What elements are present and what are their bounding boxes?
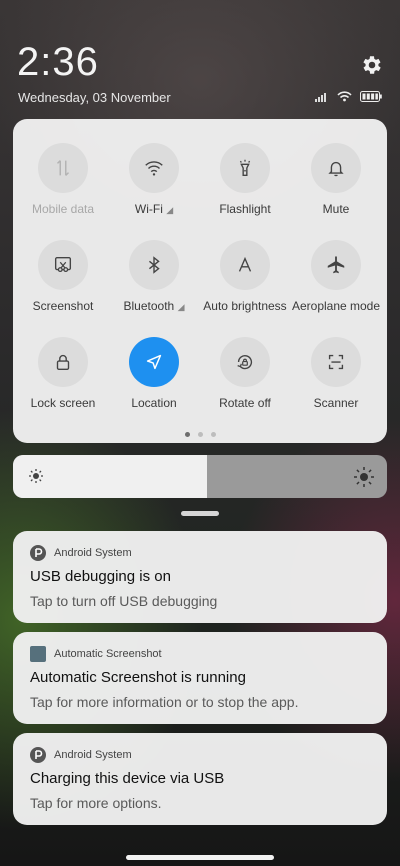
notification-usb-debugging[interactable]: Android System USB debugging is on Tap t… (13, 531, 387, 623)
signal-corner-icon: ◢ (177, 302, 185, 312)
page-dot-2[interactable] (197, 432, 203, 437)
tile-label: Location (131, 396, 177, 410)
battery-icon (360, 91, 382, 102)
notification-text: Tap to turn off USB debugging (30, 593, 218, 609)
notification-title: USB debugging is on (30, 568, 171, 585)
home-indicator[interactable] (126, 855, 274, 860)
tile-mute[interactable]: Mute (290, 143, 382, 216)
notification-app-name: Android System (54, 749, 132, 761)
airplane-icon (327, 256, 345, 274)
scanner-icon (328, 354, 344, 370)
tile-label: Bluetooth ◢ (123, 299, 185, 313)
android-system-icon (30, 545, 46, 561)
bell-icon (328, 161, 344, 177)
tile-label: Aeroplane mode (291, 299, 381, 313)
tile-label: Rotate off (219, 396, 271, 410)
location-icon (146, 354, 162, 370)
tile-label: Flashlight (219, 202, 271, 216)
wifi-icon (337, 91, 352, 102)
tile-flashlight[interactable]: Flashlight (199, 143, 291, 216)
bluetooth-icon (148, 256, 160, 274)
automatic-screenshot-icon (30, 646, 46, 662)
page-indicator (13, 432, 387, 437)
brightness-low-icon (29, 469, 43, 483)
notification-text: Tap for more information or to stop the … (30, 694, 299, 710)
tile-location[interactable]: Location (108, 337, 200, 410)
tile-label: Scanner (313, 396, 359, 410)
tile-label: Mobile data (31, 202, 95, 216)
signal-corner-icon: ◢ (166, 205, 174, 215)
tile-label: Mute (322, 202, 350, 216)
android-system-icon (30, 747, 46, 763)
rotate-icon (237, 355, 253, 370)
wifi-icon (145, 161, 163, 176)
tile-scanner[interactable]: Scanner (290, 337, 382, 410)
mobile-data-icon (56, 160, 70, 176)
lock-icon (56, 354, 70, 371)
tile-label: Lock screen (30, 396, 96, 410)
brightness-slider[interactable] (13, 455, 387, 498)
status-icons (315, 91, 382, 102)
clock[interactable]: 2:36 (17, 40, 99, 84)
notification-title: Automatic Screenshot is running (30, 669, 246, 686)
tile-wifi[interactable]: Wi-Fi ◢ (108, 143, 200, 216)
tile-screenshot[interactable]: Screenshot (17, 240, 109, 313)
panel-drag-handle[interactable] (181, 511, 219, 516)
notification-charging-usb[interactable]: Android System Charging this device via … (13, 733, 387, 825)
quick-settings-panel: Mobile data Wi-Fi ◢ Flashlight Mute Scre… (13, 119, 387, 443)
tile-lock-screen[interactable]: Lock screen (17, 337, 109, 410)
tile-label: Auto brightness (203, 299, 287, 313)
notification-automatic-screenshot[interactable]: Automatic Screenshot Automatic Screensho… (13, 632, 387, 724)
brightness-high-icon (354, 467, 374, 487)
tile-auto-brightness[interactable]: Auto brightness (199, 240, 291, 313)
notification-app-name: Android System (54, 547, 132, 559)
tile-rotate-off[interactable]: Rotate off (199, 337, 291, 410)
settings-button[interactable] (360, 53, 384, 77)
notification-title: Charging this device via USB (30, 770, 225, 787)
notification-text: Tap for more options. (30, 795, 162, 811)
signal-icon (315, 92, 326, 102)
tile-aeroplane-mode[interactable]: Aeroplane mode (290, 240, 382, 313)
date[interactable]: Wednesday, 03 November (18, 90, 171, 105)
flashlight-icon (239, 159, 251, 177)
tile-bluetooth[interactable]: Bluetooth ◢ (108, 240, 200, 313)
page-dot-1[interactable] (184, 432, 190, 437)
auto-brightness-icon (238, 256, 252, 272)
page-dot-3[interactable] (210, 432, 216, 437)
gear-icon (363, 56, 381, 74)
tile-label: Screenshot (32, 299, 94, 313)
notification-app-name: Automatic Screenshot (54, 648, 162, 660)
screenshot-icon (54, 256, 72, 273)
tile-mobile-data[interactable]: Mobile data (17, 143, 109, 216)
tile-label: Wi-Fi ◢ (134, 202, 174, 216)
